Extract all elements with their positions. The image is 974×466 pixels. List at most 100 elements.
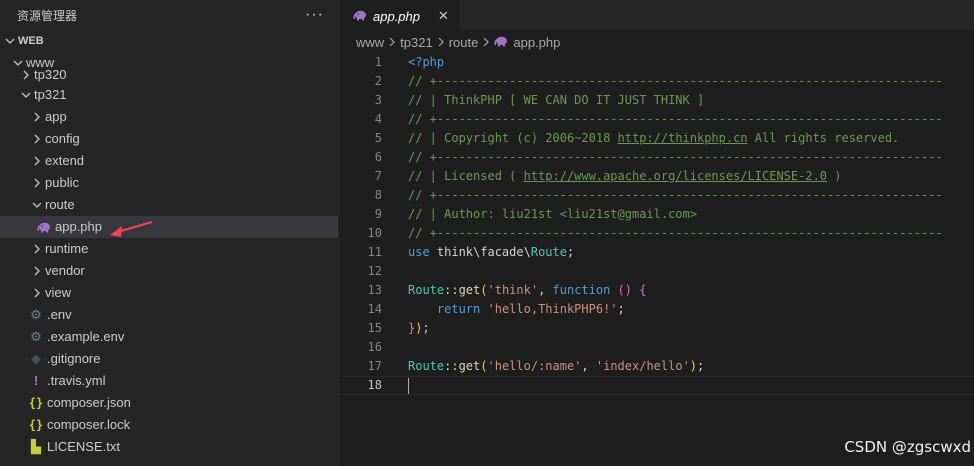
code-token: ; [422,321,430,335]
workspace-name: WEB [18,35,44,47]
code-line: 7 // | Licensed ( http://www.apache.org/l… [339,167,974,186]
editor-panel: app.php ✕ www tp321 route app.php 1 <?php… [338,0,974,466]
code-comment: ) [827,169,842,183]
code-line: 4 // +-----------------------------------… [339,110,974,129]
code-link[interactable]: http://www.apache.org/licenses/LICENSE-2… [524,169,827,183]
tree-folder-config[interactable]: config [0,128,338,150]
code-line: 5 // | Copyright (c) 2006~2018 http://thi… [339,129,974,148]
tree-label: LICENSE.txt [47,439,120,454]
explorer-title: 资源管理器 [17,8,78,23]
breadcrumb: www tp321 route app.php [339,30,974,54]
code-comment: // +------------------------------------… [408,74,943,88]
code-token: () [610,283,640,297]
code-area[interactable]: 1 <?php 2 // +----------------------------… [339,53,974,395]
line-number: 5 [374,131,382,145]
chevron-right-icon [18,70,34,80]
code-token: use [408,245,430,259]
tree-label: view [45,285,72,300]
chevron-right-icon [29,156,45,166]
code-line: 15}); [339,319,974,338]
line-number: 12 [367,264,382,278]
php-elephant-icon [35,222,53,233]
breadcrumb-item[interactable]: tp321 [400,35,433,50]
code-token: 'hello/:name' [487,359,582,373]
chevron-right-icon [388,35,396,50]
tree-file-travis[interactable]: ! .travis.yml [0,370,338,392]
code-token: Route [530,245,567,259]
tree-file-gitignore[interactable]: ◆ .gitignore [0,348,338,370]
tree-label: composer.lock [47,417,131,432]
code-comment: // +------------------------------------… [408,112,943,126]
more-actions-icon[interactable]: ··· [305,6,324,24]
code-token: ) [689,359,698,373]
tree-folder-route[interactable]: route [0,194,338,216]
tree-label: .example.env [47,329,125,344]
tree-folder-app[interactable]: app [0,106,338,128]
chevron-right-icon [482,35,490,50]
tree-folder-tp321[interactable]: tp321 [0,84,338,106]
tree-label: .gitignore [47,351,101,366]
tree-label: tp321 [34,87,67,102]
code-token: 'hello,ThinkPHP6!' [480,302,618,316]
code-token: ; [566,245,575,259]
code-comment: // | Licensed ( [408,169,524,183]
tree-folder-tp320[interactable]: tp320 [0,66,338,84]
chevron-down-icon [18,90,34,100]
line-number: 1 [374,55,382,69]
code-comment: // | Copyright (c) 2006~2018 [408,131,618,145]
code-link[interactable]: http://thinkphp.cn [618,131,748,145]
tree-file-license[interactable]: ▙ LICENSE.txt [0,436,338,458]
line-number: 6 [374,150,382,164]
code-token: <?php [408,55,445,69]
tab-bar: app.php ✕ [339,0,974,31]
code-token: { [639,283,647,297]
code-line-current: 18 [339,376,974,395]
code-token: ( [480,283,488,297]
tree-file-app-php[interactable]: app.php [0,216,338,238]
tab-app-php[interactable]: app.php ✕ [339,0,459,31]
tree-folder-view[interactable]: view [0,282,338,304]
code-token: Route [408,283,445,297]
line-number: 7 [374,169,382,183]
code-token: get [458,283,481,297]
tree-folder-vendor[interactable]: vendor [0,260,338,282]
git-diamond-icon: ◆ [31,351,41,366]
close-icon[interactable]: ✕ [438,8,449,24]
tab-label: app.php [373,8,420,24]
breadcrumb-item[interactable]: app.php [513,35,560,50]
chevron-right-icon [29,112,45,122]
tree-folder-runtime[interactable]: runtime [0,238,338,260]
tree-label: config [45,131,80,146]
tree-label: runtime [45,241,89,256]
chevron-right-icon [29,288,45,298]
tree-folder-extend[interactable]: extend [0,150,338,172]
tree-label: app [45,109,67,124]
tree-file-composer-lock[interactable]: {} composer.lock [0,414,338,436]
explorer-header: 资源管理器 ··· [0,0,338,30]
tree-label: route [45,197,75,212]
code-line: 9 // | Author: liu21st <liu21st@gmail.com… [339,205,974,224]
code-token: function [552,283,611,297]
breadcrumb-item[interactable]: www [356,35,384,50]
code-line: 3 // | ThinkPHP [ WE CAN DO IT JUST THINK… [339,91,974,110]
line-number: 10 [367,226,382,240]
code-token: 'index/hello' [595,359,690,373]
tree-label: public [45,175,79,190]
chevron-down-icon [2,36,18,46]
line-number: 2 [374,74,382,88]
tree-label: tp320 [34,67,67,82]
tree-file-env[interactable]: ⚙ .env [0,304,338,326]
code-token: get [458,359,481,373]
tree-file-composer-json[interactable]: {} composer.json [0,392,338,414]
license-icon: ▙ [31,439,41,454]
tree-file-example-env[interactable]: ⚙ .example.env [0,326,338,348]
tree-folder-public[interactable]: public [0,172,338,194]
line-number: 16 [367,340,382,354]
line-number: 14 [367,302,382,316]
code-token: 'think' [487,283,539,297]
workspace-section-header[interactable]: WEB [0,30,338,52]
breadcrumb-item[interactable]: route [449,35,479,50]
code-line: 16 [339,338,974,357]
php-elephant-icon [494,35,508,50]
